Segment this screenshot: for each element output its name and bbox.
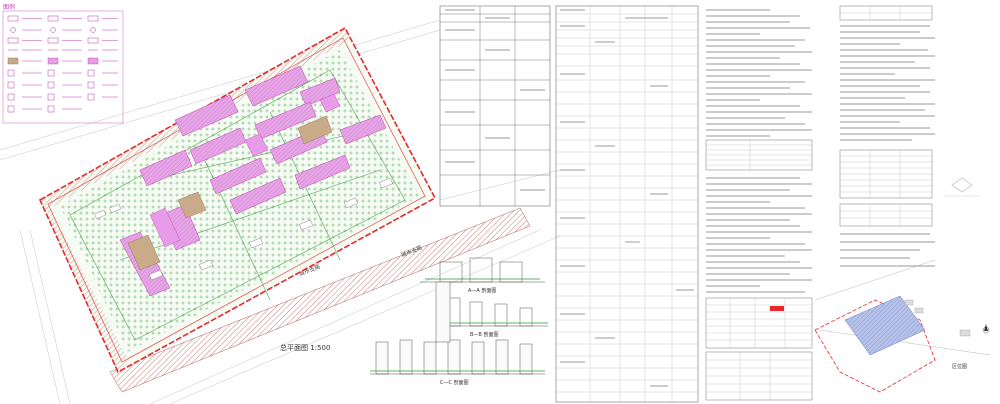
- data-tables: [439, 5, 935, 403]
- section-b-label: B—B 剖面图: [470, 331, 498, 338]
- section-a-label: A—A 剖面图: [468, 287, 496, 294]
- location-map: 区位图: [814, 259, 991, 393]
- location-map-title: 区位图: [952, 363, 967, 370]
- plan-scale-label: 总平面图 1:500: [280, 343, 330, 352]
- legend-panel: 图例: [2, 3, 124, 124]
- north-arrow-icon: [982, 324, 990, 334]
- legend-symbols: [7, 15, 118, 113]
- section-c-label: C—C 剖面图: [440, 379, 469, 386]
- watermark-logo: [945, 177, 980, 197]
- legend-title: 图例: [3, 3, 15, 11]
- site-plan-drawing-sheet: 图例 城市支路 城市支路 总平面图 1:500 A—A 剖面图 B—B 剖面图 …: [0, 3, 991, 404]
- design-notes-column: [706, 9, 812, 137]
